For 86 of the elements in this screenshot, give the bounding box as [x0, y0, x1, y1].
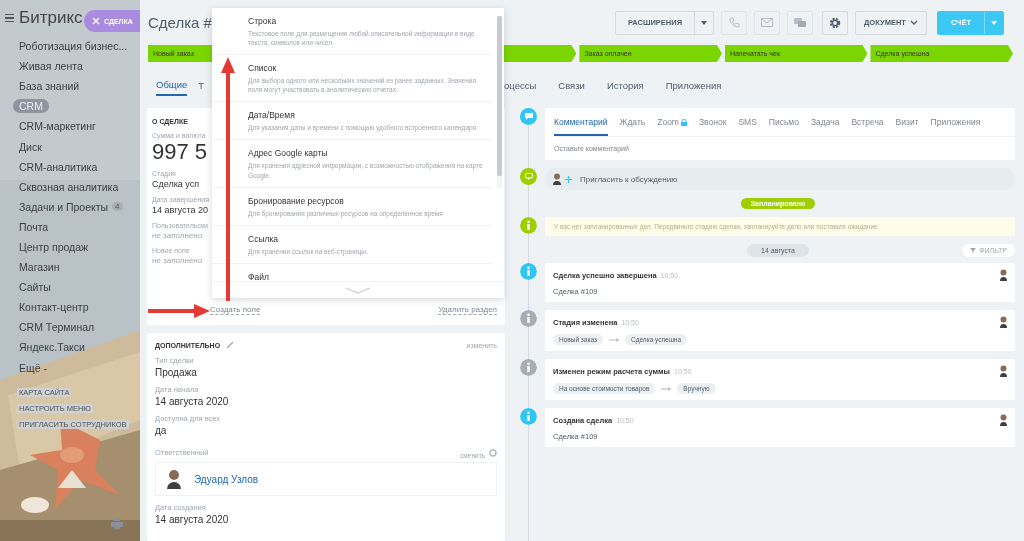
- avatar-icon: [1000, 414, 1007, 426]
- sidebar-item[interactable]: Центр продаж: [19, 241, 89, 253]
- pencil-icon[interactable]: [226, 341, 235, 349]
- sidebar-item[interactable]: База знаний: [19, 80, 80, 93]
- activity-tab[interactable]: Комментарий: [554, 108, 608, 136]
- menu-icon[interactable]: [5, 13, 14, 23]
- chevron-down-icon[interactable]: [345, 286, 371, 294]
- tab[interactable]: Т: [198, 75, 205, 95]
- info-icon: [520, 310, 537, 327]
- activity-tab[interactable]: SMS: [738, 108, 757, 136]
- scrollbar[interactable]: [497, 16, 502, 188]
- invite-text: Пригласить к обсуждению: [580, 174, 678, 184]
- field-value: Продажа: [155, 367, 197, 378]
- comment-icon: [520, 108, 537, 125]
- activity-tab[interactable]: Задача: [810, 108, 840, 136]
- gear-icon[interactable]: [489, 448, 497, 457]
- sidebar-item[interactable]: Роботизация бизнес...: [19, 40, 128, 53]
- avatar-icon: [1000, 316, 1007, 328]
- sidebar-item[interactable]: Ещё -: [19, 361, 47, 374]
- field-value: 14 августа 2020: [155, 396, 229, 407]
- tab[interactable]: Связи: [558, 75, 585, 95]
- chevron-down-icon: [909, 20, 918, 25]
- phone-icon: [728, 17, 740, 28]
- field-value: 14 августа 2020: [155, 514, 229, 525]
- page-title: Сделка #: [148, 14, 212, 31]
- plus-icon: [565, 175, 572, 183]
- activity-tab[interactable]: Приложения: [930, 108, 981, 136]
- sidebar-item[interactable]: Задачи и Проекты: [19, 200, 109, 213]
- sidebar-item[interactable]: CRM-маркетинг: [19, 120, 96, 133]
- sidebar-item[interactable]: CRM Терминал: [19, 321, 95, 334]
- chat-icon: [794, 17, 807, 28]
- sidebar-item[interactable]: Почта: [19, 220, 49, 233]
- sidebar-item[interactable]: CRM-аналитика: [19, 160, 98, 173]
- field-value: да: [155, 425, 167, 436]
- activity-tab[interactable]: Письмо: [768, 108, 799, 136]
- printer-icon[interactable]: [111, 518, 123, 529]
- caret-icon: [701, 20, 708, 25]
- avatar-icon: [553, 173, 561, 185]
- avatar-icon: [166, 469, 182, 489]
- activity-tab[interactable]: Zoom: [657, 108, 687, 136]
- invite-bar[interactable]: Пригласить к обсуждению: [545, 168, 1015, 190]
- settings-button[interactable]: [822, 10, 849, 35]
- activity-tab[interactable]: Ждать: [619, 108, 646, 136]
- logo: Битрикс: [19, 8, 83, 28]
- sidebar-item[interactable]: Магазин: [19, 261, 60, 274]
- sidebar-item[interactable]: Живая лента: [19, 60, 83, 73]
- arrow: [148, 304, 210, 318]
- count-badge: 4: [112, 202, 123, 212]
- chat-button[interactable]: [787, 10, 814, 35]
- info-icon: [520, 217, 537, 234]
- sidebar-item[interactable]: Сайты: [19, 281, 51, 294]
- avatar-icon: [1000, 269, 1007, 281]
- delete-section-link[interactable]: Удалить раздел: [438, 305, 497, 315]
- activity-tab[interactable]: Звонок: [698, 108, 727, 136]
- menu-item[interactable]: Файл: [212, 263, 492, 281]
- field-value: Сделка усп: [152, 179, 200, 189]
- info-icon: [520, 263, 537, 280]
- settings-icon: [829, 16, 842, 29]
- tab[interactable]: История: [606, 75, 644, 95]
- info-icon: [520, 408, 537, 425]
- phone-button[interactable]: [721, 10, 748, 35]
- close-icon[interactable]: [92, 17, 100, 25]
- tab[interactable]: Приложения: [665, 75, 722, 95]
- sidebar-item[interactable]: Контакт-центр: [19, 301, 89, 314]
- sidebar-item[interactable]: Сквозная аналитика: [19, 180, 119, 193]
- field-value: 14 августа 20: [152, 205, 209, 215]
- sidebar-item[interactable]: Яндекс.Такси: [19, 341, 85, 354]
- arrow-icon: [609, 337, 619, 342]
- sidebar-item[interactable]: Диск: [19, 140, 42, 153]
- field-value: 997 5: [152, 141, 208, 163]
- activity-tab[interactable]: Визит: [895, 108, 919, 136]
- mail-button[interactable]: [754, 10, 781, 35]
- caret-icon: [991, 20, 997, 25]
- filter-icon: [970, 248, 977, 253]
- tab[interactable]: оцессы: [504, 75, 537, 95]
- info-icon: [520, 359, 537, 376]
- user-name[interactable]: Эдуард Узлов: [194, 473, 259, 485]
- arrow-icon: [661, 386, 672, 391]
- avatar-icon: [1000, 365, 1007, 377]
- field-value: не заполнено: [152, 256, 203, 265]
- create-field-link[interactable]: Создать поле: [210, 305, 261, 315]
- tab[interactable]: Общие: [156, 74, 188, 96]
- field-value: не заполнено: [152, 231, 203, 240]
- activity-tab[interactable]: Встреча: [851, 108, 884, 136]
- mail-icon: [761, 18, 774, 27]
- chat-icon: [520, 168, 537, 185]
